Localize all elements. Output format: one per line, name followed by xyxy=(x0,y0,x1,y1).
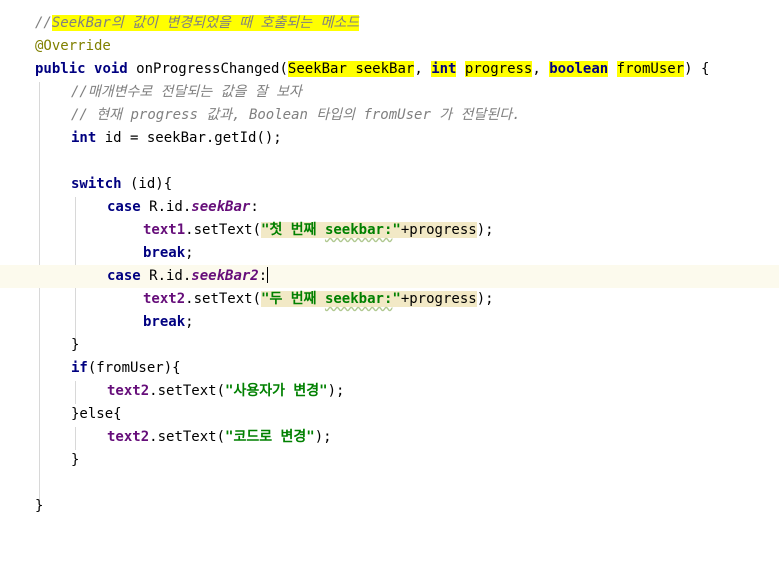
keyword: switch xyxy=(71,176,122,192)
code-line[interactable]: //매개변수로 전달되는 값을 잘 보자 xyxy=(0,81,779,104)
code-text: ); xyxy=(327,383,345,399)
code-line[interactable]: switch (id){ xyxy=(0,173,779,196)
code-line[interactable]: //SeekBar의 값이 변경되었을 때 호출되는 메소드 xyxy=(0,12,779,35)
code-line[interactable]: case R.id.seekBar: xyxy=(0,196,779,219)
string-literal: seekbar: xyxy=(324,222,393,238)
code-line[interactable] xyxy=(0,150,779,173)
static-field: seekBar2 xyxy=(191,268,259,284)
code-text: .setText( xyxy=(185,222,262,238)
code-line[interactable]: public void onProgressChanged(SeekBar se… xyxy=(0,58,779,81)
string-literal: " xyxy=(392,291,401,307)
keyword: case xyxy=(107,199,141,215)
string-literal: "두 번째 xyxy=(261,291,325,307)
annotation: @Override xyxy=(35,38,111,54)
code-text: ); xyxy=(476,222,494,238)
code-line[interactable]: text2.setText("코드로 변경"); xyxy=(0,426,779,449)
paren: ( xyxy=(279,61,288,77)
string-literal: "코드로 변경" xyxy=(225,429,315,445)
code-line-current[interactable]: case R.id.seekBar2: xyxy=(0,265,779,288)
code-line[interactable]: if(fromUser){ xyxy=(0,357,779,380)
keyword: if xyxy=(71,360,88,376)
code-line[interactable]: text1.setText("첫 번째 seekbar:"+progress); xyxy=(0,219,779,242)
string-literal: "첫 번째 xyxy=(261,222,325,238)
field: text2 xyxy=(107,383,150,399)
string-literal: seekbar: xyxy=(324,291,393,307)
comment-highlighted: SeekBar의 값이 변경되었을 때 호출되는 메소드 xyxy=(51,15,360,31)
string-literal: " xyxy=(392,222,401,238)
code-editor[interactable]: //SeekBar의 값이 변경되었을 때 호출되는 메소드 @Override… xyxy=(0,0,779,535)
code-line[interactable]: text2.setText("두 번째 seekbar:"+progress); xyxy=(0,288,779,311)
code-text: id = seekBar.getId(); xyxy=(96,130,282,146)
code-line[interactable]: break; xyxy=(0,311,779,334)
string-literal: "사용자가 변경" xyxy=(225,383,328,399)
comment: // 현재 progress 값과, Boolean 타입의 fromUser … xyxy=(71,107,521,123)
code-text: +progress xyxy=(400,291,477,307)
comment: //매개변수로 전달되는 값을 잘 보자 xyxy=(71,84,302,100)
code-text: , xyxy=(414,61,432,77)
code-text: : xyxy=(250,199,259,215)
code-line[interactable]: text2.setText("사용자가 변경"); xyxy=(0,380,779,403)
param-highlighted: SeekBar seekBar xyxy=(287,61,415,77)
code-text: R.id. xyxy=(140,268,192,284)
code-text: (fromUser){ xyxy=(87,360,181,376)
code-line[interactable]: int id = seekBar.getId(); xyxy=(0,127,779,150)
param-highlighted: progress xyxy=(464,61,533,77)
keyword: break xyxy=(143,245,186,261)
keyword: public xyxy=(35,61,86,77)
code-line[interactable]: } xyxy=(0,495,779,518)
code-text: ); xyxy=(476,291,494,307)
code-text: : xyxy=(258,268,268,284)
code-line[interactable]: } xyxy=(0,334,779,357)
keyword-highlighted: boolean xyxy=(549,61,609,77)
code-line[interactable] xyxy=(0,472,779,495)
code-line[interactable]: } xyxy=(0,449,779,472)
code-text: .setText( xyxy=(149,383,226,399)
code-text: }else{ xyxy=(71,406,122,422)
code-line[interactable]: break; xyxy=(0,242,779,265)
field: text2 xyxy=(107,429,150,445)
code-text: } xyxy=(71,337,80,353)
code-text: } xyxy=(71,452,80,468)
code-text: (id){ xyxy=(121,176,173,192)
code-text: } xyxy=(35,498,44,514)
code-text: R.id. xyxy=(140,199,192,215)
code-line[interactable]: @Override xyxy=(0,35,779,58)
keyword-highlighted: int xyxy=(431,61,457,77)
code-text: ; xyxy=(185,245,194,261)
code-line[interactable]: // 현재 progress 값과, Boolean 타입의 fromUser … xyxy=(0,104,779,127)
method-name: onProgressChanged xyxy=(127,61,280,77)
code-line[interactable]: }else{ xyxy=(0,403,779,426)
text-caret xyxy=(267,267,269,283)
keyword: void xyxy=(94,61,128,77)
code-text: ); xyxy=(314,429,332,445)
field: text2 xyxy=(143,291,186,307)
param-highlighted: fromUser xyxy=(616,61,685,77)
keyword: case xyxy=(107,268,141,284)
code-text: .setText( xyxy=(149,429,226,445)
static-field: seekBar xyxy=(191,199,251,215)
code-text: +progress xyxy=(400,222,477,238)
field: text1 xyxy=(143,222,186,238)
code-text: ; xyxy=(185,314,194,330)
code-text: .setText( xyxy=(185,291,262,307)
code-text: ) { xyxy=(684,61,710,77)
code-text: , xyxy=(532,61,550,77)
keyword: int xyxy=(71,130,97,146)
keyword: break xyxy=(143,314,186,330)
comment: // xyxy=(35,15,52,31)
